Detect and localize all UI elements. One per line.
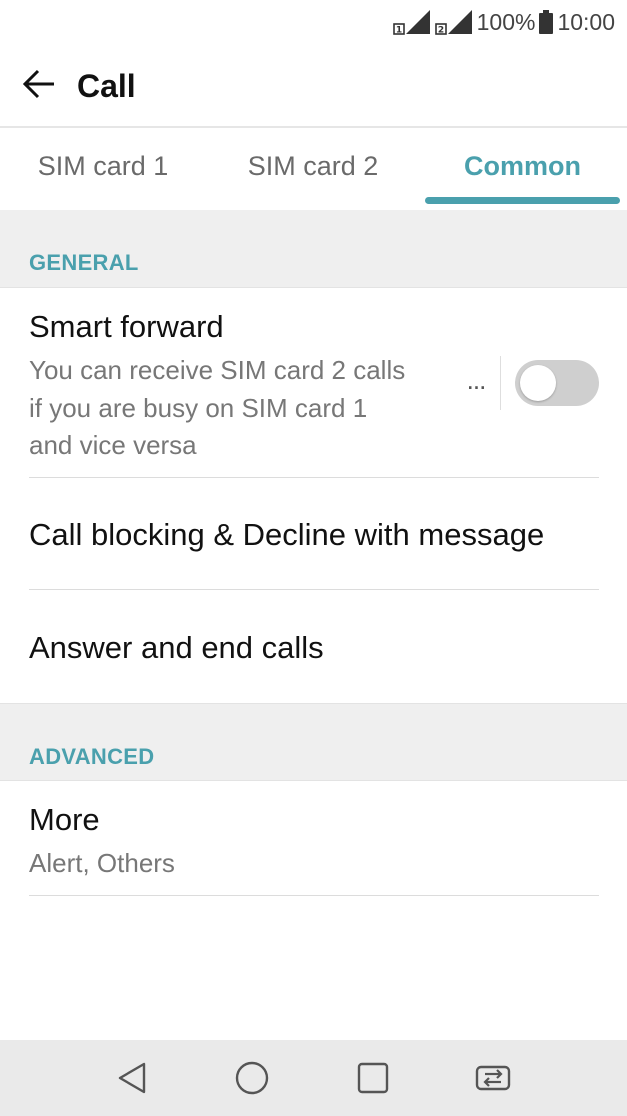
vertical-divider <box>500 356 501 410</box>
smart-forward-title: Smart forward <box>29 309 224 344</box>
divider <box>29 895 599 896</box>
page-title: Call <box>77 68 136 104</box>
tab-sim-card-2[interactable]: SIM card 2 <box>210 128 416 210</box>
smart-forward-summary-line-3: and vice versa <box>29 430 197 460</box>
status-icons: 1 2 100% 10:00 <box>392 8 615 36</box>
navigation-bar <box>0 1040 627 1116</box>
smart-forward-summary-line-1: You can receive SIM card 2 calls <box>29 355 406 385</box>
section-label-advanced: ADVANCED <box>29 744 155 769</box>
section-header-general: GENERAL <box>0 210 627 288</box>
sim2-signal-icon: 2 <box>434 10 472 36</box>
toggle-knob <box>520 365 556 401</box>
more-title: More <box>29 802 100 837</box>
sim1-signal-icon: 1 <box>392 10 430 36</box>
sim-switch-icon[interactable] <box>473 1058 513 1098</box>
smart-forward-toggle[interactable] <box>515 360 599 406</box>
active-tab-indicator <box>425 197 620 204</box>
home-circle-icon[interactable] <box>232 1058 272 1098</box>
svg-text:1: 1 <box>395 26 401 36</box>
more-summary: Alert, Others <box>29 848 175 878</box>
status-bar: 1 2 100% 10:00 <box>0 0 627 46</box>
answer-end-calls-title: Answer and end calls <box>29 630 324 665</box>
call-blocking-title: Call blocking & Decline with message <box>29 517 545 552</box>
recents-square-icon[interactable] <box>353 1058 393 1098</box>
clock: 10:00 <box>557 9 615 35</box>
smart-forward-summary-line-2: if you are busy on SIM card 1 <box>29 393 368 423</box>
more-horizontal-icon[interactable]: ... <box>462 367 490 398</box>
arrow-back-icon[interactable] <box>20 64 60 104</box>
app-bar: Call <box>0 46 627 126</box>
section-label-general: GENERAL <box>29 250 139 275</box>
tab-bar: SIM card 1 SIM card 2 Common <box>0 126 627 210</box>
svg-text:2: 2 <box>437 26 443 36</box>
battery-icon <box>539 10 554 34</box>
back-triangle-icon[interactable] <box>112 1058 152 1098</box>
battery-percentage: 100% <box>476 9 536 35</box>
tab-sim-card-1[interactable]: SIM card 1 <box>0 128 206 210</box>
section-header-advanced: ADVANCED <box>0 703 627 781</box>
